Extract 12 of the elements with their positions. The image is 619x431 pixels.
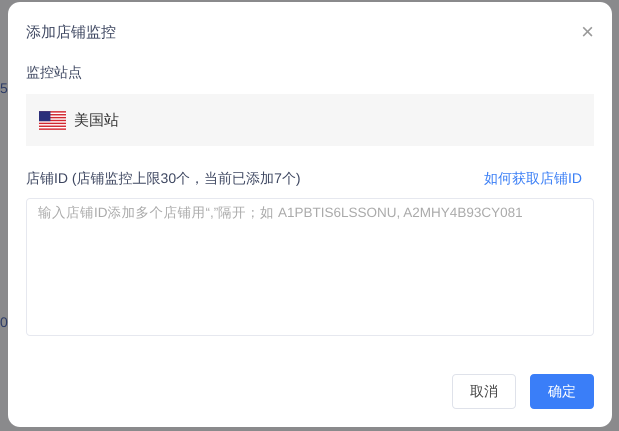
field-label: 监控站点 xyxy=(26,64,82,82)
site-selector[interactable]: 美国站 xyxy=(26,94,594,146)
background-text: 5 xyxy=(0,80,8,96)
background-text: 0 xyxy=(0,314,8,330)
flag-icon xyxy=(39,110,66,130)
field-label: 店铺ID (店铺监控上限30个，当前已添加7个) xyxy=(26,170,301,188)
confirm-button[interactable]: 确定 xyxy=(530,374,594,409)
dialog-title: 添加店铺监控 xyxy=(26,22,116,42)
store-id-input[interactable]: 输入店铺ID添加多个店铺用“,”隔开；如 A1PBTIS6LSSONU, A2MHY4B93CY081 xyxy=(26,198,594,336)
close-button[interactable]: × xyxy=(581,22,594,42)
help-link[interactable]: 如何获取店铺ID xyxy=(484,170,582,188)
cancel-button[interactable]: 取消 xyxy=(452,374,516,409)
